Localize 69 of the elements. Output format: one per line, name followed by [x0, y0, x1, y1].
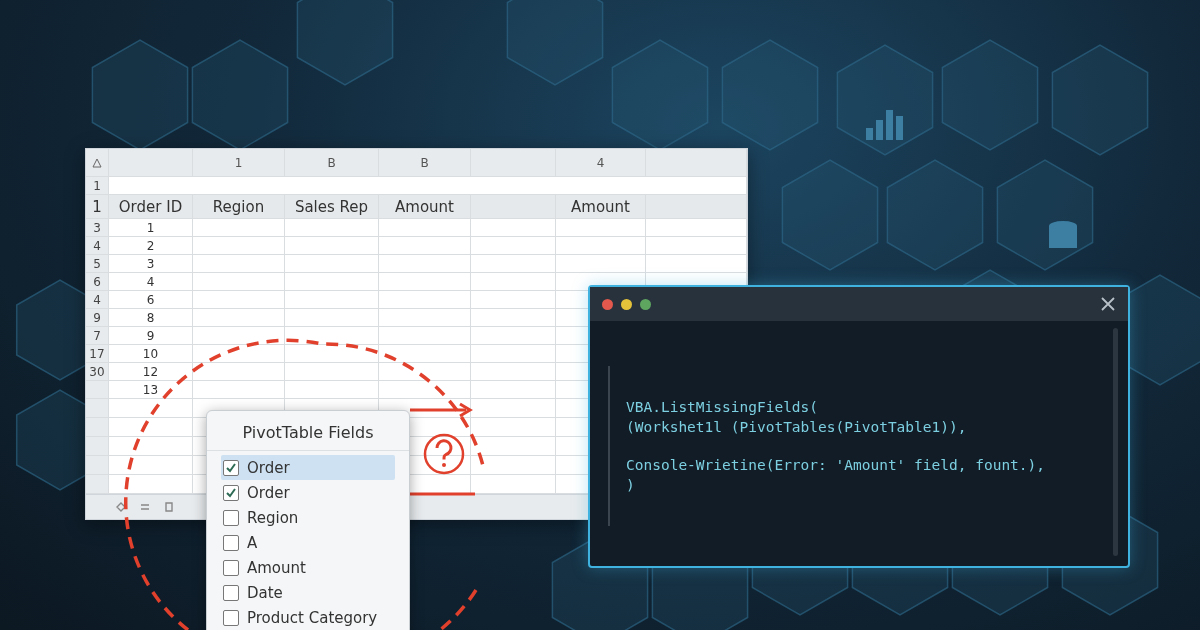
column-heading: Order ID [109, 195, 193, 219]
field-item[interactable]: A [221, 530, 395, 555]
table-cell: 8 [109, 309, 193, 327]
column-header-cell[interactable]: 1 [193, 149, 285, 177]
table-cell: 6 [109, 291, 193, 309]
table-cell: 4 [109, 273, 193, 291]
column-heading: Region [193, 195, 285, 219]
field-label: Amount [247, 558, 306, 577]
field-label: A [247, 533, 258, 552]
field-item[interactable]: Product Category [221, 605, 395, 630]
column-header-cell[interactable] [646, 149, 747, 177]
checkbox[interactable] [223, 484, 239, 501]
checkbox[interactable] [223, 509, 239, 526]
column-heading: Amount [556, 195, 646, 219]
field-label: Product Category [247, 608, 378, 627]
column-header-cell[interactable] [471, 149, 556, 177]
arrow [410, 402, 473, 418]
table-cell: 10 [109, 345, 193, 363]
field-item[interactable]: Date [221, 580, 395, 605]
row-number: 3 [86, 219, 109, 237]
row-number: 1 [86, 177, 109, 195]
field-item[interactable]: Amount [221, 555, 395, 580]
checkbox[interactable] [223, 609, 239, 626]
column-heading: Sales Rep [285, 195, 379, 219]
row-number: 30 [86, 363, 109, 381]
field-label: Date [247, 583, 283, 602]
row-number: 17 [86, 345, 109, 363]
row-number: 4 [86, 237, 109, 255]
table-cell: 3 [109, 255, 193, 273]
row-number: 5 [86, 255, 109, 273]
checkbox[interactable] [223, 584, 239, 601]
field-item[interactable]: Order [221, 455, 395, 480]
close-dot[interactable] [602, 298, 613, 310]
row-number: 7 [86, 327, 109, 345]
select-all-icon[interactable] [92, 157, 102, 168]
row-number: 9 [86, 309, 109, 327]
checkbox[interactable] [223, 559, 239, 576]
field-label: Region [247, 508, 299, 527]
field-label: Order [247, 483, 290, 502]
column-heading: Amount [379, 195, 471, 219]
table-cell: 1 [109, 219, 193, 237]
table-cell: 9 [109, 327, 193, 345]
table-cell: 13 [109, 381, 193, 399]
code-line: (Workshet1l (PivotTables(PivotTable1)), [626, 419, 968, 435]
question-icon [423, 433, 465, 475]
column-header-cell[interactable]: 4 [556, 149, 646, 177]
close-icon[interactable] [1100, 296, 1116, 312]
field-item[interactable]: Region [221, 505, 395, 530]
row-number: 6 [86, 273, 109, 291]
column-header-cell[interactable]: B [285, 149, 379, 177]
table-cell: 12 [109, 363, 193, 381]
field-item[interactable]: Order [221, 480, 395, 505]
minimize-dot[interactable] [621, 298, 632, 310]
row-number: 4 [86, 291, 109, 309]
column-header-cell[interactable] [109, 149, 193, 177]
maximize-dot[interactable] [640, 298, 651, 310]
panel-title: PivotTable Fields [207, 411, 409, 451]
sheet-nav-icon[interactable] [116, 502, 126, 512]
checkbox[interactable] [223, 459, 239, 476]
column-header-cell[interactable]: B [379, 149, 471, 177]
sheet-page-icon[interactable] [164, 502, 174, 512]
code-line: ) [626, 477, 636, 493]
code-line: VBA.ListMissingFields( [626, 399, 820, 415]
table-cell: 2 [109, 237, 193, 255]
row-number: 1 [86, 195, 109, 219]
field-label: Order [247, 458, 290, 477]
code-line: Console-Wrietine(Error: 'Amount' field, fount.), [626, 457, 1047, 473]
checkbox[interactable] [223, 534, 239, 551]
scrollbar[interactable] [1113, 328, 1118, 556]
